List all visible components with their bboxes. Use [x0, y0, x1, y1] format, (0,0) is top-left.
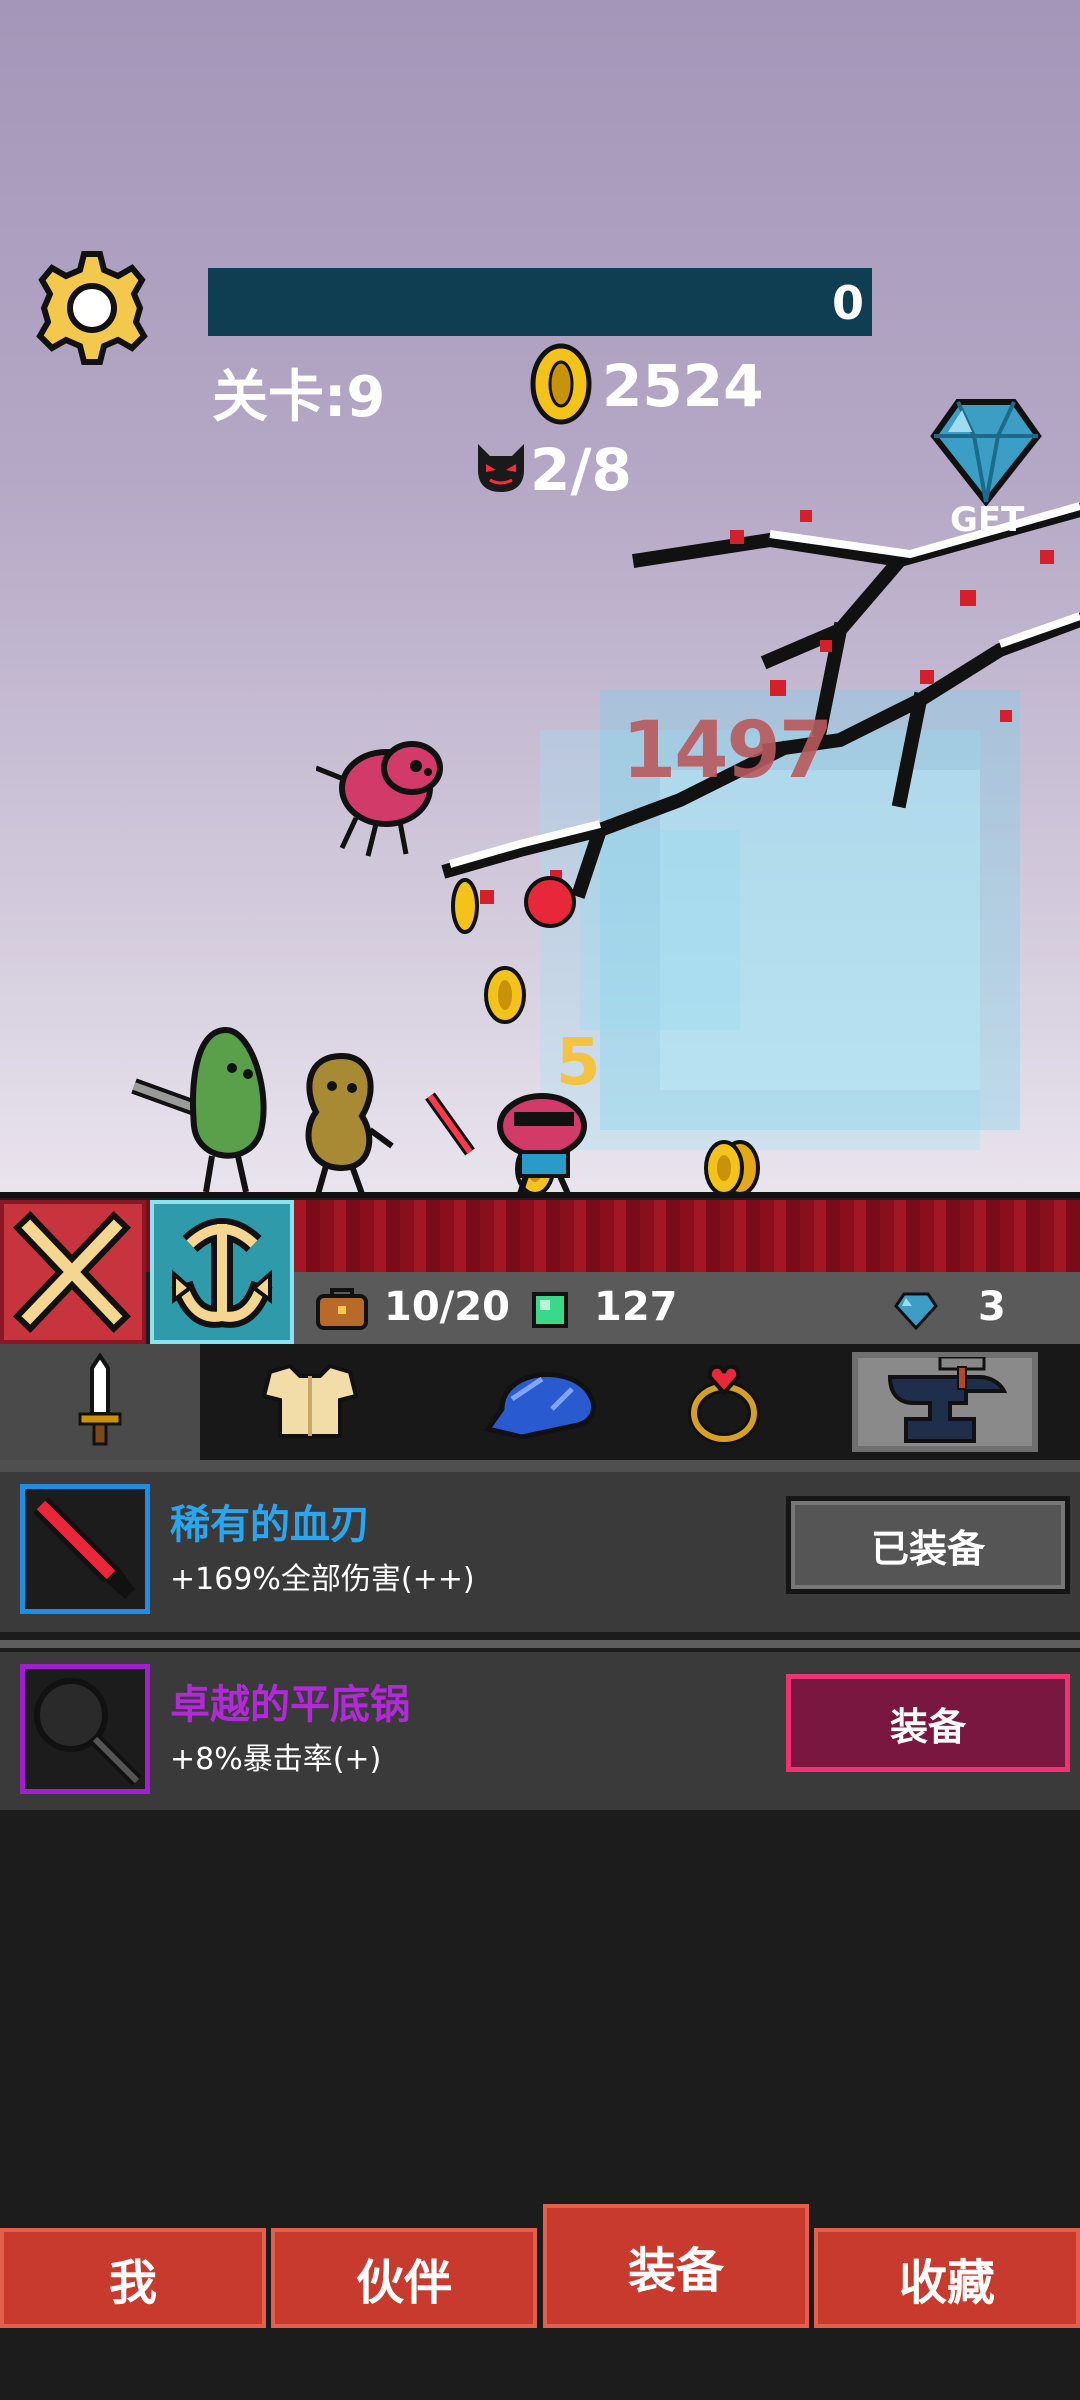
item-name: 卓越的平底锅: [170, 1682, 410, 1728]
devil-icon: [478, 444, 524, 492]
anvil-icon: [887, 1357, 1008, 1443]
equipped-button[interactable]: 已装备: [786, 1496, 1070, 1594]
sword-icon: [78, 1352, 122, 1446]
gem-get-icon[interactable]: [928, 396, 1044, 508]
gold-coin-icon: [530, 343, 592, 425]
stage-level: 关卡:9: [212, 365, 386, 430]
nav-equipment-button[interactable]: 装备: [543, 2204, 809, 2328]
pink-sword-hero: [425, 1092, 587, 1196]
settings-gear-icon[interactable]: [32, 248, 152, 368]
gold-coin-drop: [451, 878, 479, 934]
equipment-item: 卓越的平底锅 +8%暴击率(+) 装备: [0, 1652, 1080, 1810]
category-ring-tab[interactable]: [624, 1344, 824, 1460]
stage-progress-bar: 0: [208, 268, 872, 336]
item-icon-frame[interactable]: [20, 1664, 150, 1794]
diamond-icon: [894, 1292, 938, 1330]
damage-number: 1497: [622, 706, 833, 796]
bottom-nav: 我 伙伴 装备 收藏: [0, 2200, 1080, 2400]
blood-blade-icon: [33, 1497, 135, 1599]
item-description: +169%全部伤害(++): [170, 1562, 475, 1597]
diamond-count: 3: [978, 1284, 1006, 1330]
nav-partner-button[interactable]: 伙伴: [271, 2228, 537, 2328]
enemy-count: 2/8: [530, 436, 632, 504]
bag-capacity: 10/20: [384, 1284, 510, 1330]
category-helmet-tab[interactable]: [444, 1344, 644, 1460]
category-weapon-tab[interactable]: [0, 1344, 200, 1460]
flying-bug-enemy: [316, 741, 443, 857]
green-cube-icon: [532, 1292, 568, 1328]
gold-coin-drop: [704, 1140, 760, 1196]
ground-line: [0, 1192, 1080, 1198]
item-description: +8%暴击率(+): [170, 1742, 382, 1777]
progress-value: 0: [831, 276, 864, 330]
brown-partner: [305, 1052, 394, 1196]
gold-coin-drop: [484, 966, 526, 1024]
green-bean-hero: [131, 1026, 267, 1193]
item-icon-frame[interactable]: [20, 1484, 150, 1614]
anchor-upgrade-icon: [171, 1218, 273, 1328]
equipment-category-tabs: [0, 1344, 1080, 1460]
category-armor-tab[interactable]: [210, 1344, 410, 1460]
cap-icon: [483, 1372, 596, 1440]
gem-get-label[interactable]: GET: [950, 500, 1024, 540]
equip-button[interactable]: 装备: [786, 1674, 1070, 1772]
ring-icon: [688, 1364, 760, 1445]
category-divider: [0, 1460, 1080, 1472]
bag-icon: [316, 1288, 368, 1330]
item-divider: [0, 1640, 1080, 1648]
crossed-swords-icon: [13, 1211, 131, 1333]
heart-drop: [524, 876, 576, 928]
battle-scene: 0 关卡:9 2524 2/8 GET 1497 5: [0, 0, 1080, 1198]
gold-amount: 2524: [602, 352, 764, 420]
battle-tab[interactable]: [0, 1200, 146, 1344]
equipment-item: 稀有的血刃 +169%全部伤害(++) 已装备: [0, 1472, 1080, 1632]
armor-icon: [261, 1363, 359, 1438]
frying-pan-icon: [34, 1678, 142, 1786]
hit-number: 5: [556, 1026, 601, 1100]
item-name: 稀有的血刃: [170, 1502, 370, 1548]
upgrade-tab[interactable]: [150, 1200, 294, 1344]
resource-bar: 10/20 127 3: [294, 1272, 1080, 1344]
cube-count: 127: [594, 1284, 678, 1330]
nav-collection-button[interactable]: 收藏: [814, 2228, 1080, 2328]
nav-me-button[interactable]: 我: [0, 2228, 266, 2328]
category-forge-tab[interactable]: [852, 1352, 1038, 1452]
